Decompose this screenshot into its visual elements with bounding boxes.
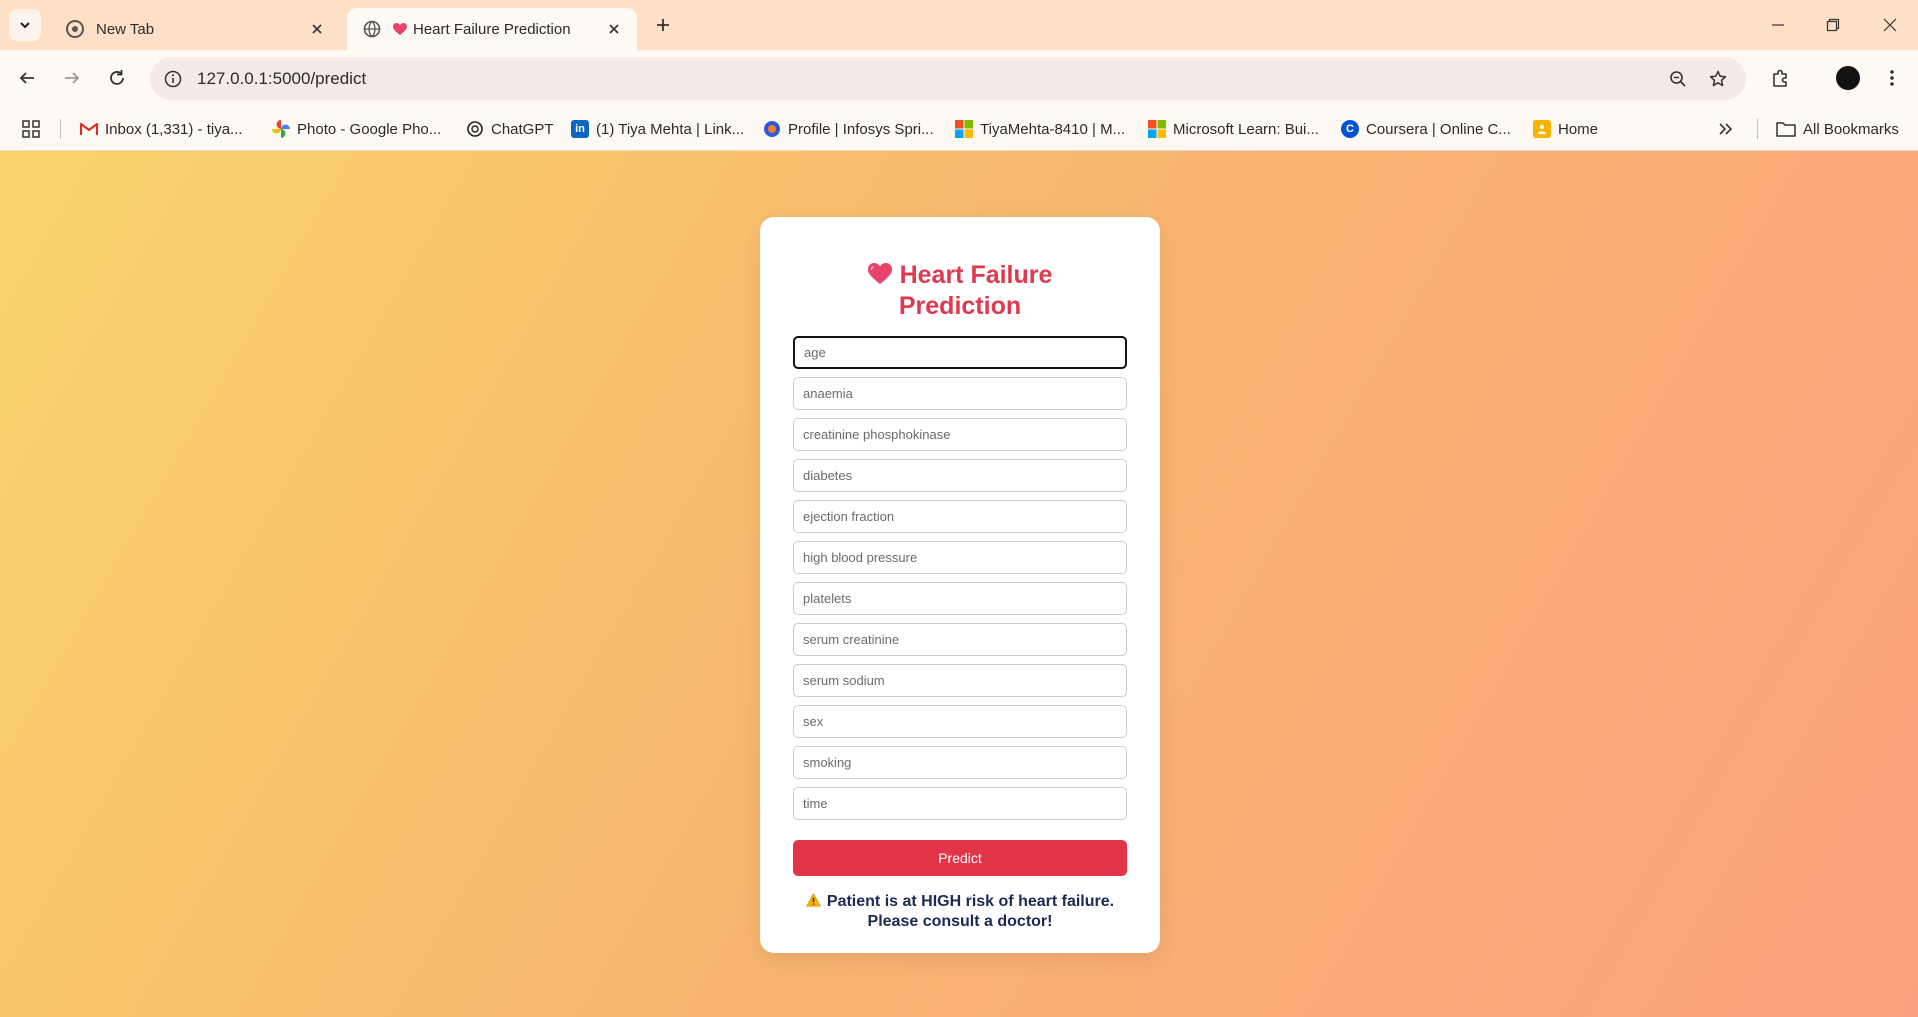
double-chevron-right-icon	[1719, 123, 1733, 135]
tab-new-tab[interactable]: New Tab	[50, 8, 340, 50]
all-bookmarks-button[interactable]: All Bookmarks	[1776, 117, 1899, 141]
avatar	[1836, 66, 1860, 90]
high-blood-pressure-input[interactable]	[793, 541, 1127, 574]
classroom-icon	[1533, 120, 1551, 138]
time-input[interactable]	[793, 787, 1127, 820]
platelets-input[interactable]	[793, 582, 1127, 615]
smoking-input[interactable]	[793, 746, 1127, 779]
serum-creatinine-input[interactable]	[793, 623, 1127, 656]
forward-button[interactable]	[56, 62, 88, 94]
creatinine-phosphokinase-input[interactable]	[793, 418, 1127, 451]
bookmark-tiyamehta[interactable]: TiyaMehta-8410 | M...	[955, 117, 1125, 141]
bookmarks-bar: Inbox (1,331) - tiya... Photo - Google P…	[0, 107, 1918, 151]
serum-sodium-input[interactable]	[793, 664, 1127, 697]
new-tab-button[interactable]	[648, 10, 678, 40]
close-icon[interactable]	[306, 18, 328, 40]
tab-title: New Tab	[96, 20, 155, 38]
bookmark-linkedin[interactable]: in (1) Tiya Mehta | Link...	[571, 117, 744, 141]
anaemia-input[interactable]	[793, 377, 1127, 410]
bookmark-star-icon[interactable]	[1707, 68, 1729, 90]
bookmark-chatgpt[interactable]: ChatGPT	[466, 117, 554, 141]
url-text: 127.0.0.1:5000/predict	[197, 69, 367, 88]
title-line-2: Prediction	[898, 292, 1022, 320]
microsoft-icon	[955, 120, 973, 138]
result-line-2: Please consult a doctor!	[867, 913, 1053, 930]
divider	[60, 119, 61, 139]
menu-button[interactable]	[1876, 62, 1908, 94]
bookmark-label: Microsoft Learn: Bui...	[1173, 120, 1319, 138]
address-bar[interactable]: 127.0.0.1:5000/predict	[150, 57, 1746, 100]
diabetes-input[interactable]	[793, 459, 1127, 492]
infosys-icon	[763, 120, 781, 138]
result-line-1: Patient is at HIGH risk of heart failure…	[826, 893, 1115, 910]
bookmark-coursera[interactable]: C Coursera | Online C...	[1341, 117, 1511, 141]
close-icon[interactable]	[603, 18, 625, 40]
tab-search-button[interactable]	[9, 9, 41, 41]
chrome-icon	[66, 20, 84, 38]
reload-icon	[110, 70, 124, 85]
globe-icon	[363, 20, 381, 38]
bookmark-label: Coursera | Online C...	[1366, 120, 1511, 138]
back-button[interactable]	[11, 62, 43, 94]
restore-icon	[1826, 18, 1840, 32]
bookmark-inbox[interactable]: Inbox (1,331) - tiya...	[80, 117, 243, 141]
arrow-left-icon	[19, 72, 34, 84]
bookmark-google-photos[interactable]: Photo - Google Pho...	[272, 117, 441, 141]
prediction-card: Heart Failure Prediction Predict Patient…	[760, 217, 1160, 953]
warning-icon	[806, 893, 821, 912]
tab-title: Heart Failure Prediction	[413, 20, 571, 38]
bookmark-label: TiyaMehta-8410 | M...	[980, 120, 1126, 138]
kebab-menu-icon	[1890, 70, 1894, 86]
bookmark-label: Inbox (1,331) - tiya...	[105, 120, 243, 138]
site-info-icon[interactable]	[162, 68, 184, 90]
sex-input[interactable]	[793, 705, 1127, 738]
predict-button[interactable]: Predict	[793, 840, 1127, 876]
puzzle-icon	[1773, 69, 1787, 87]
page-title: Heart Failure Prediction	[760, 261, 1160, 321]
gmail-icon	[80, 120, 98, 138]
chevron-down-icon	[20, 22, 30, 29]
ejection-fraction-input[interactable]	[793, 500, 1127, 533]
restore-button[interactable]	[1808, 5, 1858, 45]
bookmark-infosys[interactable]: Profile | Infosys Spri...	[763, 117, 934, 141]
plus-icon	[657, 19, 669, 31]
more-bookmarks-button[interactable]	[1718, 117, 1734, 141]
zoom-icon[interactable]	[1667, 68, 1689, 90]
page-background: Heart Failure Prediction Predict Patient…	[0, 151, 1918, 1017]
prediction-result: Patient is at HIGH risk of heart failure…	[760, 892, 1160, 931]
browser-toolbar: 127.0.0.1:5000/predict	[0, 50, 1918, 107]
microsoft-icon	[1148, 120, 1166, 138]
heart-icon	[393, 20, 407, 38]
profile-button[interactable]	[1832, 62, 1864, 94]
divider	[1757, 119, 1758, 139]
extensions-button[interactable]	[1765, 62, 1797, 94]
minimize-icon	[1772, 24, 1784, 26]
age-input[interactable]	[793, 336, 1127, 369]
bookmark-label: ChatGPT	[491, 120, 554, 138]
tab-strip: New Tab Heart Failure Prediction	[0, 0, 1918, 50]
reload-button[interactable]	[101, 62, 133, 94]
linkedin-icon: in	[571, 120, 589, 138]
bookmark-label: Photo - Google Pho...	[297, 120, 442, 138]
heart-icon	[867, 263, 892, 292]
title-line-1: Heart Failure	[899, 261, 1053, 289]
tab-heart-failure-prediction[interactable]: Heart Failure Prediction	[347, 8, 637, 50]
bookmark-label: All Bookmarks	[1803, 120, 1899, 138]
bookmark-label: (1) Tiya Mehta | Link...	[596, 120, 745, 138]
folder-icon	[1776, 120, 1796, 138]
bookmark-home[interactable]: Home	[1533, 117, 1598, 141]
close-window-button[interactable]	[1865, 5, 1915, 45]
chatgpt-icon	[466, 120, 484, 138]
bookmark-label: Profile | Infosys Spri...	[788, 120, 934, 138]
bookmark-microsoft-learn[interactable]: Microsoft Learn: Bui...	[1148, 117, 1319, 141]
bookmark-label: Home	[1558, 120, 1599, 138]
google-photos-icon	[272, 120, 290, 138]
coursera-icon: C	[1341, 120, 1359, 138]
arrow-right-icon	[65, 72, 80, 84]
apps-button[interactable]	[22, 117, 40, 141]
close-icon	[1883, 18, 1897, 32]
apps-grid-icon	[22, 120, 40, 138]
minimize-button[interactable]	[1753, 5, 1803, 45]
